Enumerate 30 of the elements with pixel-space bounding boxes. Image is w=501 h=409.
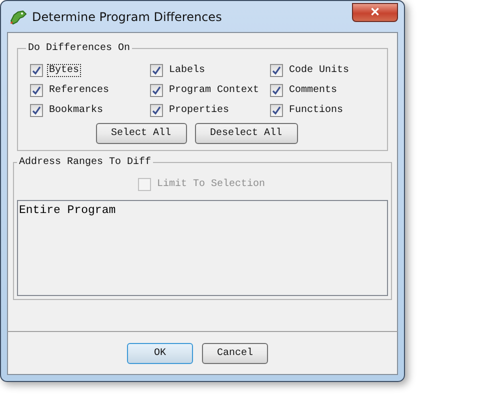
checkbox[interactable] xyxy=(150,64,163,77)
checkbox-label: References xyxy=(48,84,110,97)
select-button[interactable]: Deselect All xyxy=(194,123,298,144)
checkbox-label: Limit To Selection xyxy=(156,178,266,191)
checkbox-label: Labels xyxy=(168,64,206,77)
list-item[interactable]: Entire Program xyxy=(19,204,386,217)
checkbox-label: Bytes xyxy=(47,64,82,77)
checkbox[interactable] xyxy=(270,104,283,117)
checkbox[interactable] xyxy=(150,104,163,117)
select-button[interactable]: Select All xyxy=(96,123,186,144)
range-list[interactable]: Entire Program xyxy=(17,200,388,296)
group-title: Address Ranges To Diff xyxy=(18,157,152,168)
checkbox-label: Code Units xyxy=(288,64,350,77)
checkbox-label: Bookmarks xyxy=(48,104,104,117)
checkbox[interactable] xyxy=(30,84,43,97)
checkbox-label: Functions xyxy=(288,104,344,117)
checkbox-label: Comments xyxy=(288,84,338,97)
window-title: Determine Program Differences xyxy=(32,10,222,24)
group-title: Do Differences On xyxy=(27,43,132,54)
checkbox[interactable] xyxy=(30,104,43,117)
checkbox-label: Program Context xyxy=(168,84,260,97)
checkbox[interactable] xyxy=(30,64,43,77)
cancel-button[interactable]: Cancel xyxy=(202,342,268,364)
dragon-icon xyxy=(9,8,27,24)
checkbox[interactable] xyxy=(270,84,283,97)
checkbox-label: Properties xyxy=(168,104,230,117)
checkbox[interactable] xyxy=(270,64,283,77)
checkbox[interactable] xyxy=(150,84,163,97)
close-button[interactable]: ✕ xyxy=(352,2,398,22)
ok-button[interactable]: OK xyxy=(127,342,193,364)
